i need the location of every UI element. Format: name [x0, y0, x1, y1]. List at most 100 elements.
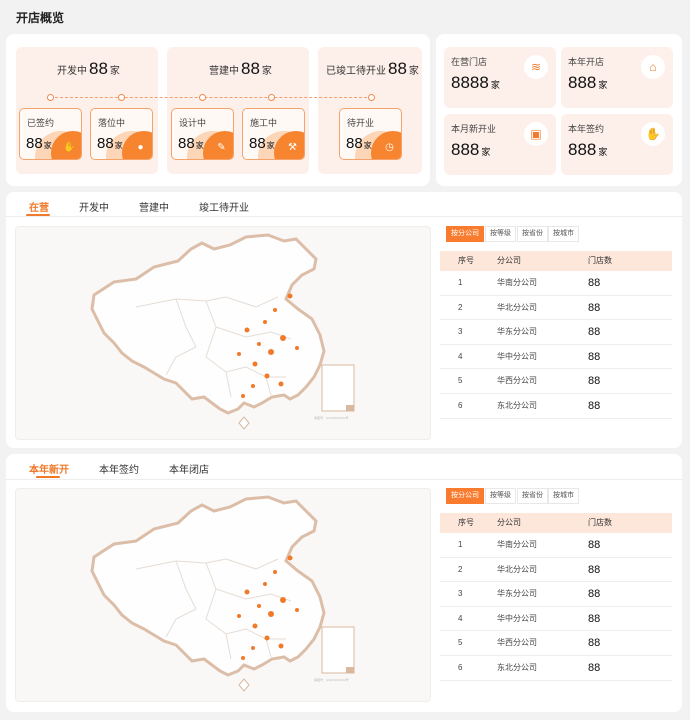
table-cell-index: 2 — [458, 302, 463, 312]
china-map[interactable]: 审图号：GS(2019)1822号 — [15, 226, 431, 440]
table-row: 1 华南分公司 88 — [440, 533, 672, 558]
table-cell-count: 88 — [588, 301, 601, 314]
table-cell-branch: 华南分公司 — [497, 278, 537, 287]
timeline-dot — [368, 94, 375, 101]
table-cell-branch: 华东分公司 — [497, 589, 537, 599]
table-cell-branch: 华中分公司 — [497, 613, 537, 623]
branch-table-header: 序号 分公司 门店数 — [440, 251, 672, 271]
table-cell-count: 88 — [588, 662, 601, 674]
table-cell-count: 88 — [588, 539, 601, 551]
filter-by-province[interactable]: 按省份 — [517, 488, 548, 504]
table-cell-count: 88 — [588, 375, 601, 388]
filter-by-branch[interactable]: 按分公司 — [446, 226, 484, 242]
substage-card-designing[interactable]: 设计中 88家 ✎ — [171, 108, 234, 160]
branch-table-header: 序号 分公司 门店数 — [440, 513, 672, 533]
wrench-icon: ⚒ — [288, 142, 297, 153]
tab-building[interactable]: 营建中 — [139, 199, 169, 214]
table-row: 5 华西分公司 88 — [440, 631, 672, 656]
page-title: 开店概览 — [16, 11, 65, 25]
storefront-icon: ⌂ — [641, 55, 665, 79]
substage-value: 88家 — [26, 135, 52, 152]
filter-by-city[interactable]: 按城市 — [548, 226, 579, 242]
table-cell-branch: 华中分公司 — [497, 351, 537, 361]
table-cell-count: 88 — [588, 277, 601, 289]
table-row: 3 华东分公司 88 — [440, 582, 672, 607]
stat-year-signed: 本年签约 888 家 ✋ — [561, 114, 673, 175]
table-row: 6 东北分公司 88 — [440, 394, 672, 419]
timeline-dot — [199, 94, 206, 101]
stat-month-new: 本月新开业 888 家 ▣ — [444, 114, 556, 175]
table-cell-index: 4 — [458, 351, 463, 361]
substage-value: 88家 — [249, 135, 275, 152]
stage-building: 营建中 88 家 — [209, 59, 272, 78]
table-cell-index: 4 — [458, 613, 463, 623]
table-row: 2 华北分公司 88 — [440, 558, 672, 583]
china-map-svg — [90, 233, 355, 430]
timeline-dot — [47, 94, 54, 101]
table-cell-index: 5 — [458, 638, 463, 648]
substage-label: 已签约 — [27, 118, 55, 128]
table-row: 4 华中分公司 88 — [440, 345, 672, 370]
tab-divider — [6, 479, 682, 480]
table-cell-branch: 华北分公司 — [497, 564, 537, 574]
substage-label: 落位中 — [98, 118, 126, 128]
stat-year-opened: 本年开店 888 家 ⌂ — [561, 47, 673, 108]
tab-new-this-year[interactable]: 本年新开 — [29, 461, 69, 476]
table-cell-index: 6 — [458, 401, 463, 410]
layers-icon: ≋ — [524, 55, 548, 79]
substage-value: 88家 — [178, 135, 204, 152]
tab-completed-pending[interactable]: 竣工待开业 — [199, 199, 249, 214]
active-tab-indicator — [36, 476, 60, 478]
table-cell-count: 88 — [588, 637, 601, 650]
tab-closed-this-year[interactable]: 本年闭店 — [169, 461, 209, 476]
table-row: 2 华北分公司 88 — [440, 296, 672, 321]
filter-by-city[interactable]: 按城市 — [548, 488, 579, 504]
table-cell-branch: 华西分公司 — [497, 376, 537, 386]
table-cell-count: 88 — [588, 350, 601, 363]
filter-by-branch[interactable]: 按分公司 — [446, 488, 484, 504]
filter-by-province[interactable]: 按省份 — [517, 226, 548, 242]
table-cell-branch: 华北分公司 — [497, 302, 537, 312]
table-row: 5 华西分公司 88 — [440, 369, 672, 394]
substage-card-constructing[interactable]: 施工中 88家 ⚒ — [242, 108, 305, 160]
tab-developing[interactable]: 开发中 — [79, 199, 109, 214]
design-tools-icon: ✎ — [217, 142, 226, 153]
table-cell-index: 1 — [458, 278, 463, 287]
table-cell-count: 88 — [588, 612, 601, 625]
substage-value: 88家 — [346, 135, 372, 152]
tab-signed-this-year[interactable]: 本年签约 — [99, 461, 139, 476]
table-cell-branch: 华南分公司 — [497, 540, 537, 549]
substage-label: 待开业 — [347, 118, 375, 128]
table-cell-count: 88 — [588, 588, 601, 601]
table-row: 3 华东分公司 88 — [440, 320, 672, 345]
location-pin-icon: ● — [137, 142, 144, 153]
handshake-icon: ✋ — [641, 122, 665, 146]
table-row: 6 东北分公司 88 — [440, 656, 672, 681]
stat-open-stores: 在营门店 8888 家 ≋ — [444, 47, 556, 108]
table-cell-index: 3 — [458, 327, 463, 337]
filter-by-level[interactable]: 按等级 — [485, 226, 516, 242]
table-cell-index: 2 — [458, 564, 463, 574]
map-legend-note: 审图号：GS(2019)1822号 — [314, 678, 349, 682]
filter-by-level[interactable]: 按等级 — [485, 488, 516, 504]
handshake-icon: ✋ — [63, 142, 76, 153]
stage-timeline — [50, 97, 372, 98]
table-row: 4 华中分公司 88 — [440, 607, 672, 632]
substage-card-pending-open[interactable]: 待开业 88家 ◷ — [339, 108, 402, 160]
china-map[interactable]: 审图号：GS(2019)1822号 — [15, 488, 431, 702]
timeline-dot — [268, 94, 275, 101]
stage-developing: 开发中 88 家 — [57, 59, 120, 78]
table-cell-index: 5 — [458, 376, 463, 386]
table-cell-branch: 东北分公司 — [497, 401, 537, 410]
substage-card-positioning[interactable]: 落位中 88家 ● — [90, 108, 153, 160]
table-cell-branch: 华东分公司 — [497, 327, 537, 337]
substage-card-signed[interactable]: 已签约 88家 ✋ — [19, 108, 82, 160]
table-cell-branch: 东北分公司 — [497, 663, 537, 672]
tab-operating[interactable]: 在营 — [29, 199, 49, 214]
table-cell-index: 1 — [458, 540, 463, 549]
timeline-dot — [118, 94, 125, 101]
substage-label: 设计中 — [179, 118, 207, 128]
map-legend-note: 审图号：GS(2019)1822号 — [314, 416, 349, 420]
table-row: 1 华南分公司 88 — [440, 271, 672, 296]
substage-label: 施工中 — [250, 118, 278, 128]
